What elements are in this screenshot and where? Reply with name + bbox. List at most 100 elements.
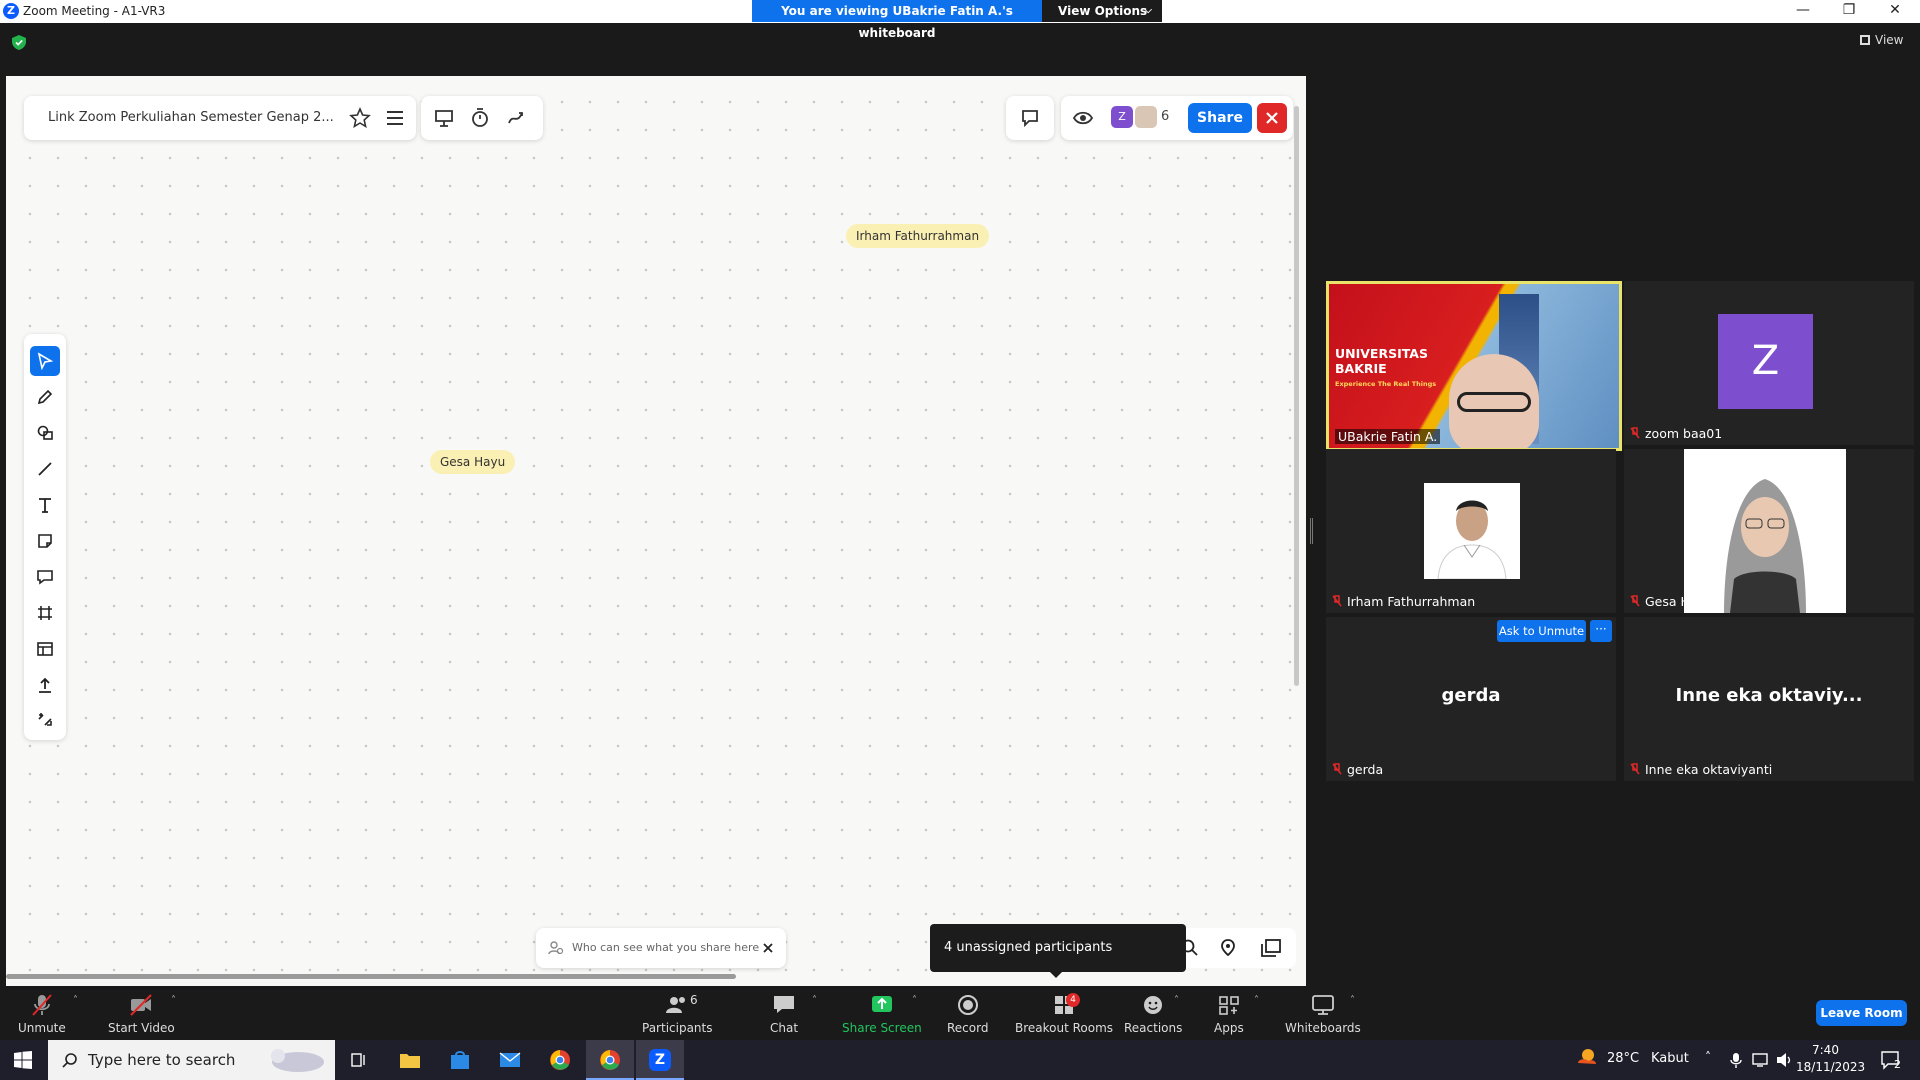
video-tile[interactable]: UNIVERSITAS BAKRIE Experience The Real T… [1326, 281, 1622, 451]
line-tool[interactable] [30, 454, 60, 484]
timer-icon[interactable] [469, 107, 491, 129]
zoom-app[interactable]: Z [636, 1040, 684, 1080]
minimize-icon[interactable]: — [1780, 0, 1826, 22]
visibility-icon[interactable] [1072, 107, 1094, 129]
person-photo-icon [1724, 479, 1806, 613]
whiteboard-title[interactable]: Link Zoom Perkuliahan Semester Genap 2..… [48, 110, 334, 125]
mail-icon [499, 1052, 521, 1067]
chevron-up-icon[interactable]: ˄ [812, 995, 817, 1006]
task-view-button[interactable] [335, 1040, 383, 1080]
microphone-icon[interactable] [1730, 1052, 1742, 1068]
horizontal-scrollbar[interactable] [6, 974, 736, 979]
share-screen-button[interactable]: Share Screen [842, 993, 922, 1035]
frame-tool[interactable] [30, 598, 60, 628]
video-off-icon [130, 994, 153, 1016]
record-label: Record [947, 1021, 989, 1035]
network-icon[interactable] [1752, 1052, 1770, 1068]
unmute-button[interactable]: Unmute [18, 993, 66, 1035]
close-icon[interactable] [762, 942, 774, 954]
chevron-up-icon[interactable]: ˄ [171, 995, 176, 1006]
background-title: UNIVERSITAS BAKRIE [1335, 346, 1428, 376]
more-options-button[interactable]: ··· [1590, 620, 1612, 642]
weather-temperature[interactable]: 28°C [1607, 1051, 1639, 1066]
whiteboard-canvas[interactable]: Link Zoom Perkuliahan Semester Genap 2..… [6, 76, 1306, 986]
view-options-button[interactable]: View Options ⌵ [1042, 0, 1162, 22]
share-button[interactable]: Share [1188, 103, 1252, 133]
text-tool[interactable] [30, 490, 60, 520]
pen-tool[interactable] [30, 382, 60, 412]
participant-name: zoom baa01 [1645, 426, 1723, 441]
pages-icon[interactable] [1260, 938, 1282, 958]
select-tool[interactable] [30, 346, 60, 376]
taskbar-search[interactable]: Type here to search [48, 1040, 335, 1080]
restore-icon[interactable]: ❐ [1826, 0, 1872, 22]
more-tools[interactable] [30, 704, 60, 734]
collaborator-cursor-label: Gesa Hayu [430, 450, 516, 474]
sticky-note-tool[interactable] [30, 526, 60, 556]
share-screen-icon [871, 996, 892, 1012]
record-button[interactable]: Record [947, 993, 988, 1035]
apps-button[interactable]: Apps [1214, 993, 1244, 1035]
menu-icon[interactable] [384, 107, 406, 129]
chevron-up-icon[interactable]: ˄ [1174, 995, 1179, 1006]
template-tool[interactable] [30, 634, 60, 664]
leave-room-button[interactable]: Leave Room [1816, 1000, 1907, 1026]
star-icon[interactable] [349, 107, 371, 129]
muted-mic-icon [32, 994, 52, 1016]
laser-pointer-icon[interactable] [505, 107, 527, 129]
chat-label: Chat [770, 1021, 799, 1035]
video-tile[interactable]: Gesa Hayu [1624, 449, 1914, 613]
shield-icon[interactable] [12, 35, 26, 50]
task-view-icon [351, 1053, 365, 1067]
windows-taskbar: Type here to search Z 28°C Kabut ˄ 7:40 … [0, 1040, 1920, 1080]
comment-icon [1022, 110, 1038, 128]
chevron-up-icon[interactable]: ˄ [1705, 1050, 1711, 1064]
view-button[interactable]: View [1860, 33, 1903, 47]
video-tile[interactable]: Z zoom baa01 [1624, 281, 1914, 445]
chevron-up-icon[interactable]: ˄ [1350, 995, 1355, 1006]
locate-icon[interactable] [1218, 938, 1238, 958]
participants-button[interactable]: Participants [642, 993, 713, 1035]
search-highlight-image [271, 1049, 324, 1072]
weather-description[interactable]: Kabut [1651, 1051, 1689, 1066]
upload-tool[interactable] [30, 670, 60, 700]
comments-button[interactable] [1006, 96, 1054, 140]
vertical-scrollbar[interactable] [1294, 106, 1299, 686]
chrome-app[interactable] [536, 1040, 584, 1080]
close-window-icon[interactable]: ✕ [1872, 0, 1918, 22]
whiteboard-icon [1311, 995, 1334, 1015]
mail-app[interactable] [486, 1040, 534, 1080]
ask-to-unmute-button[interactable]: Ask to Unmute [1497, 620, 1586, 642]
start-video-button[interactable]: Start Video [108, 993, 175, 1035]
sticky-note-icon [38, 534, 52, 548]
chrome-profile-app[interactable] [586, 1040, 634, 1080]
clock-date[interactable]: 18/11/2023 [1796, 1060, 1865, 1074]
windows-start-icon[interactable] [14, 1051, 32, 1069]
folder-icon [400, 1054, 420, 1068]
store-app[interactable] [436, 1040, 484, 1080]
file-explorer-app[interactable] [386, 1040, 434, 1080]
apps-icon [1219, 996, 1239, 1015]
comment-tool[interactable] [30, 562, 60, 592]
present-icon[interactable] [433, 107, 455, 129]
participant-name: Irham Fathurrahman [1347, 594, 1476, 609]
breakout-rooms-button[interactable]: Breakout Rooms [1015, 993, 1113, 1035]
chevron-up-icon[interactable]: ˄ [912, 995, 917, 1006]
volume-icon[interactable] [1776, 1052, 1794, 1068]
search-placeholder: Type here to search [88, 1051, 236, 1069]
close-whiteboard-button[interactable] [1257, 103, 1287, 133]
chevron-up-icon[interactable]: ˄ [1254, 995, 1259, 1006]
chat-button[interactable]: Chat [770, 993, 798, 1035]
video-tile[interactable]: Irham Fathurrahman [1326, 449, 1616, 613]
clock-time[interactable]: 7:40 [1812, 1043, 1839, 1057]
chevron-up-icon[interactable]: ˄ [73, 995, 78, 1006]
panel-splitter-handle[interactable] [1310, 518, 1313, 544]
participant-name: gerda [1347, 762, 1384, 777]
weather-icon[interactable] [1576, 1047, 1598, 1069]
video-tile[interactable]: Inne eka oktaviy... Inne eka oktaviyanti [1624, 617, 1914, 781]
muted-mic-icon [1630, 427, 1640, 439]
avatar[interactable]: Z [1111, 106, 1133, 128]
shapes-tool[interactable] [30, 418, 60, 448]
avatar[interactable] [1135, 106, 1157, 128]
upload-icon [39, 677, 51, 693]
